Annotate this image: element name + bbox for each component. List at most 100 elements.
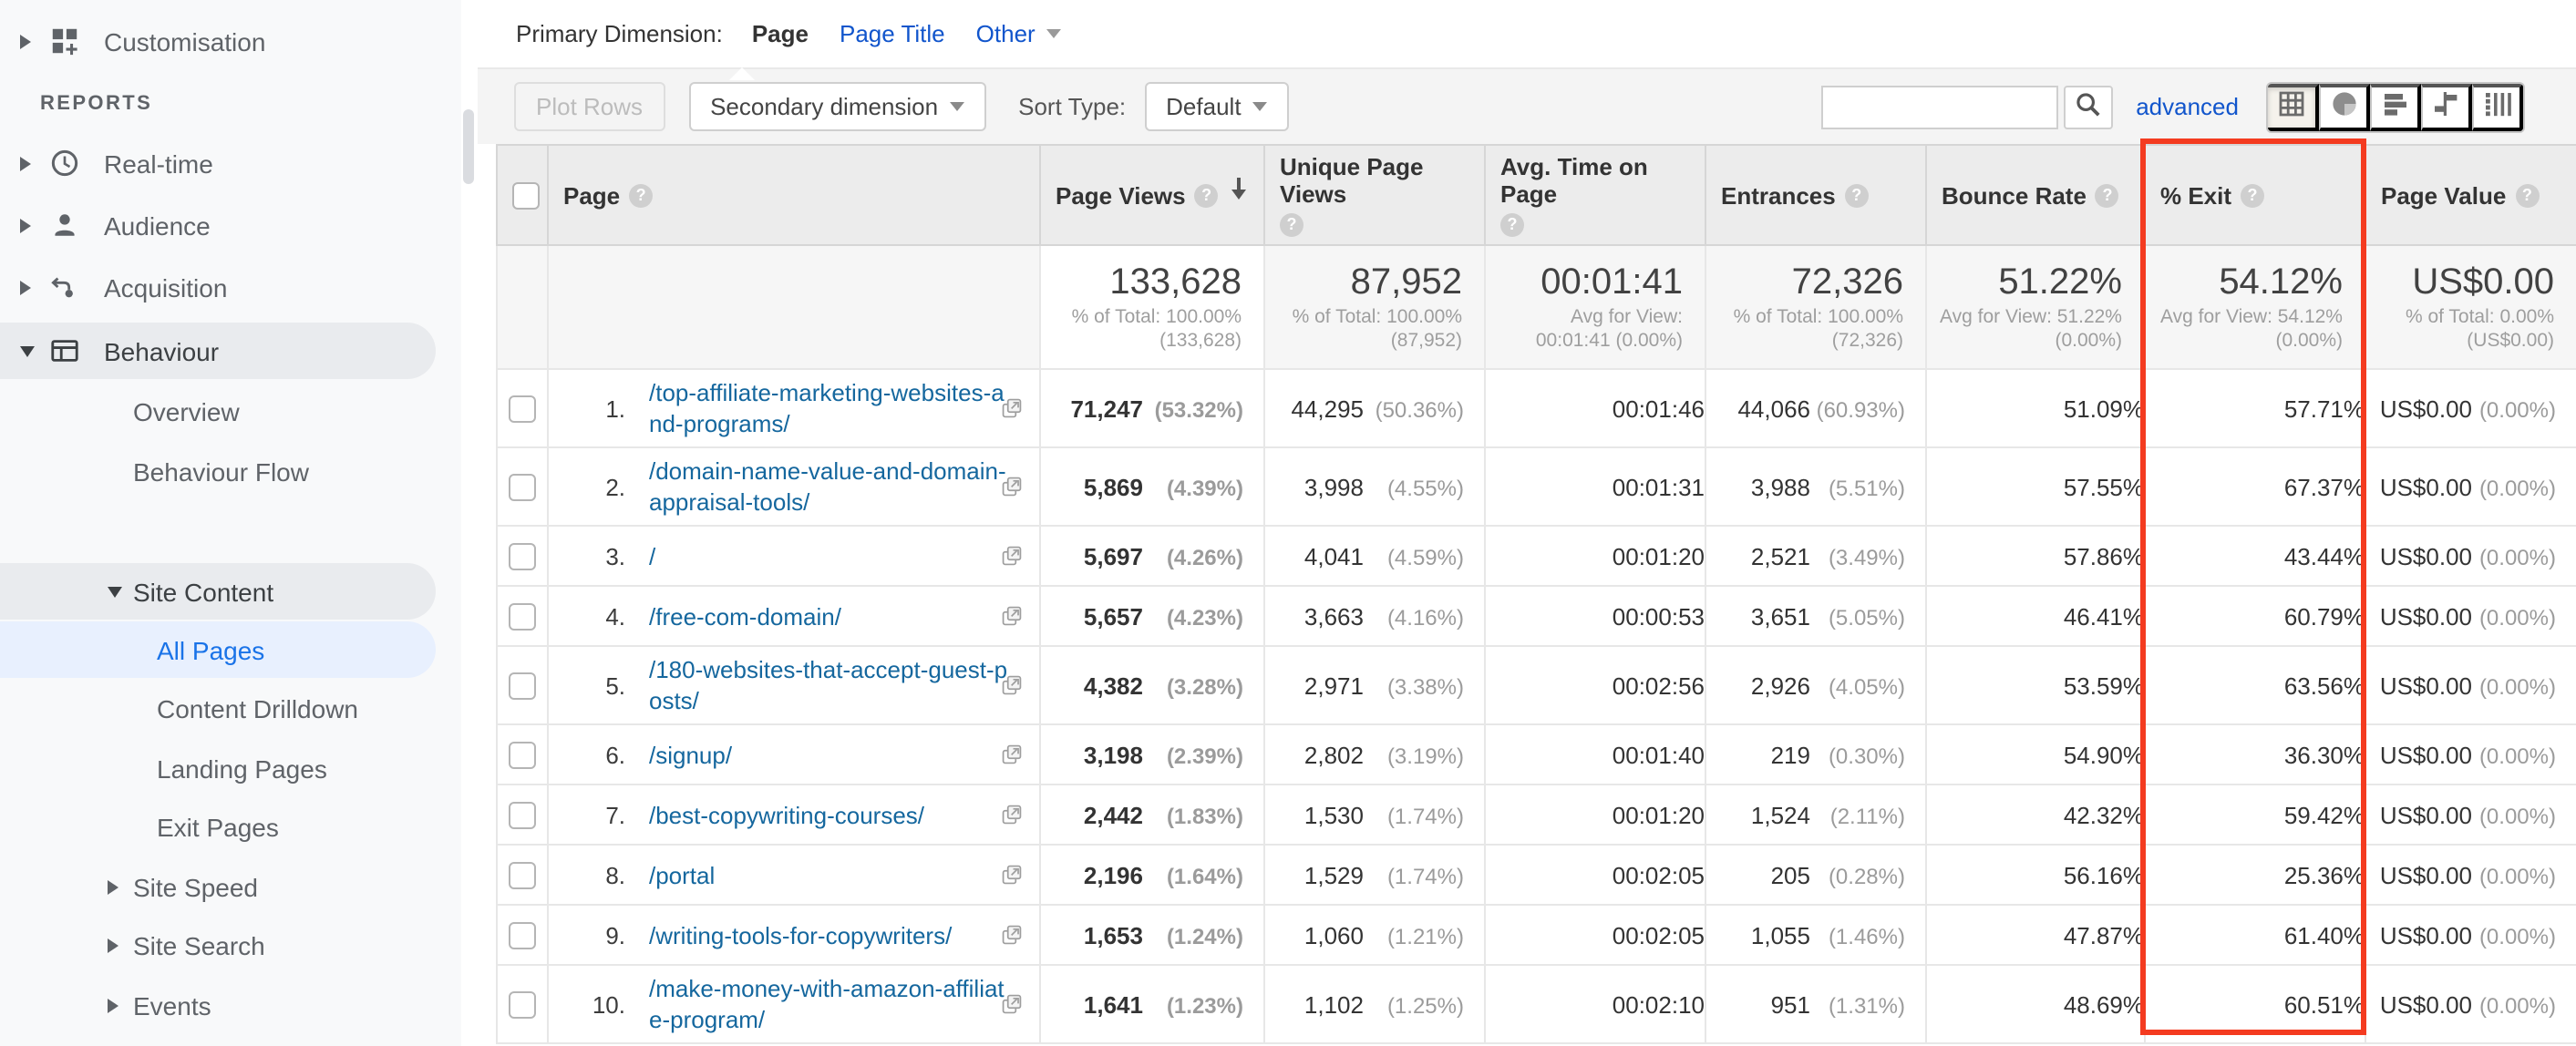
dimension-tab-page-title[interactable]: Page Title	[840, 20, 945, 47]
page-link[interactable]: /best-copywriting-courses/	[649, 792, 1017, 837]
table-view-button[interactable]	[2268, 83, 2319, 130]
row-checkbox[interactable]	[509, 801, 536, 828]
column-header-page-value[interactable]: Page Value?	[2365, 145, 2576, 245]
external-link-icon[interactable]	[1001, 674, 1023, 696]
sidebar-item-site-search[interactable]: Site Search	[0, 920, 461, 969]
row-checkbox[interactable]	[509, 672, 536, 699]
performance-view-button[interactable]	[2370, 83, 2421, 130]
avg-time-value: 00:00:53	[1485, 586, 1705, 646]
external-link-icon[interactable]	[1001, 476, 1023, 497]
sidebar-item-landing-pages[interactable]: Landing Pages	[0, 743, 461, 793]
primary-dimension-bar: Primary Dimension: Page Page Title Other	[478, 0, 2576, 67]
help-icon[interactable]: ?	[1280, 213, 1303, 237]
collapse-arrow-icon[interactable]	[108, 586, 122, 597]
column-header-page[interactable]: Page?	[548, 145, 1040, 245]
row-checkbox[interactable]	[509, 921, 536, 949]
row-checkbox[interactable]	[509, 542, 536, 569]
pivot-view-button[interactable]	[2472, 83, 2523, 130]
dimension-tab-page[interactable]: Page	[752, 20, 809, 47]
sort-type-dropdown[interactable]: Default	[1144, 82, 1288, 131]
dimension-tab-other[interactable]: Other	[976, 20, 1061, 47]
row-checkbox[interactable]	[509, 602, 536, 630]
secondary-dimension-button[interactable]: Secondary dimension	[688, 82, 985, 131]
row-checkbox[interactable]	[509, 861, 536, 888]
sidebar-item-audience[interactable]: Audience	[0, 200, 461, 250]
comparison-icon	[2431, 89, 2460, 124]
help-icon[interactable]: ?	[2515, 183, 2539, 207]
collapse-arrow-icon[interactable]	[20, 345, 35, 356]
column-header-unique-page-views[interactable]: Unique Page Views?	[1264, 145, 1485, 245]
row-checkbox[interactable]	[509, 395, 536, 422]
expand-arrow-icon[interactable]	[20, 34, 35, 48]
page-views-pct: (1.23%)	[1143, 992, 1243, 1018]
external-link-icon[interactable]	[1001, 545, 1023, 567]
page-link[interactable]: /domain-name-value-and-domain-appraisal-…	[649, 448, 1017, 525]
help-icon[interactable]: ?	[1195, 183, 1219, 207]
sidebar-scrollbar[interactable]	[461, 0, 478, 1046]
sidebar-item-behaviour[interactable]: Behaviour	[0, 323, 436, 379]
sidebar-item-acquisition[interactable]: Acquisition	[0, 262, 461, 312]
external-link-icon[interactable]	[1001, 864, 1023, 886]
column-header-entrances[interactable]: Entrances?	[1705, 145, 1926, 245]
expand-arrow-icon[interactable]	[20, 280, 35, 294]
external-link-icon[interactable]	[1001, 993, 1023, 1015]
percentage-view-button[interactable]	[2319, 83, 2370, 130]
page-link[interactable]: /make-money-with-amazon-affiliate-progra…	[649, 966, 1017, 1042]
sidebar-item-content-drilldown[interactable]: Content Drilldown	[0, 683, 461, 733]
person-icon	[47, 209, 80, 241]
comparison-view-button[interactable]	[2421, 83, 2472, 130]
page-link[interactable]: /signup/	[649, 732, 1017, 777]
page-views-pct: (4.26%)	[1143, 544, 1243, 569]
sidebar-item-overview[interactable]: Overview	[0, 386, 461, 436]
unique-views-pct: (4.16%)	[1364, 604, 1464, 630]
help-icon[interactable]: ?	[1845, 183, 1869, 207]
help-icon[interactable]: ?	[2096, 183, 2119, 207]
entrances-pct: (60.93%)	[1810, 396, 1905, 422]
row-checkbox[interactable]	[509, 741, 536, 768]
help-icon[interactable]: ?	[1500, 213, 1524, 237]
sidebar-item-site-content[interactable]: Site Content	[0, 563, 436, 620]
help-icon[interactable]: ?	[629, 183, 653, 207]
sidebar-item-site-speed[interactable]: Site Speed	[0, 862, 461, 911]
help-icon[interactable]: ?	[2241, 183, 2264, 207]
sidebar-item-customisation[interactable]: Customisation	[0, 16, 461, 66]
search-input[interactable]	[1820, 85, 2057, 128]
page-link[interactable]: /portal	[649, 852, 1017, 897]
expand-arrow-icon[interactable]	[20, 156, 35, 170]
external-link-icon[interactable]	[1001, 924, 1023, 946]
page-link[interactable]: /writing-tools-for-copywriters/	[649, 912, 1017, 958]
select-all-checkbox[interactable]	[512, 181, 540, 209]
external-link-icon[interactable]	[1001, 605, 1023, 627]
advanced-search-link[interactable]: advanced	[2136, 93, 2239, 120]
expand-arrow-icon[interactable]	[20, 218, 35, 232]
column-header-percent-exit[interactable]: % Exit?	[2145, 145, 2365, 245]
page-value-pct: (0.00%)	[2472, 743, 2556, 768]
column-header-avg-time[interactable]: Avg. Time on Page?	[1485, 145, 1705, 245]
expand-arrow-icon[interactable]	[108, 879, 122, 894]
sidebar-item-behaviour-flow[interactable]: Behaviour Flow	[0, 446, 461, 496]
expand-arrow-icon[interactable]	[108, 998, 122, 1012]
external-link-icon[interactable]	[1001, 743, 1023, 765]
page-link[interactable]: /free-com-domain/	[649, 593, 1017, 639]
page-link[interactable]: /180-websites-that-accept-guest-posts/	[649, 647, 1017, 723]
sidebar-item-events[interactable]: Events	[0, 980, 461, 1030]
page-link[interactable]: /top-affiliate-marketing-websites-and-pr…	[649, 370, 1017, 446]
unique-views-value: 1,530	[1304, 801, 1364, 828]
sidebar-item-realtime[interactable]: Real-time	[0, 138, 461, 188]
plot-rows-button[interactable]: Plot Rows	[514, 82, 665, 131]
scrollbar-thumb[interactable]	[463, 109, 474, 184]
column-header-bounce-rate[interactable]: Bounce Rate?	[1926, 145, 2145, 245]
search-button[interactable]	[2063, 85, 2112, 128]
column-header-page-views[interactable]: Page Views?	[1040, 145, 1264, 245]
expand-arrow-icon[interactable]	[108, 938, 122, 952]
avg-time-value: 00:01:46	[1485, 369, 1705, 447]
row-checkbox[interactable]	[509, 473, 536, 500]
external-link-icon[interactable]	[1001, 804, 1023, 826]
external-link-icon[interactable]	[1001, 397, 1023, 419]
sidebar-item-exit-pages[interactable]: Exit Pages	[0, 802, 461, 851]
row-checkbox[interactable]	[509, 990, 536, 1018]
unique-views-pct: (1.74%)	[1364, 803, 1464, 828]
page-link[interactable]: /	[649, 533, 1017, 579]
sidebar-item-all-pages[interactable]: All Pages	[0, 621, 436, 678]
sort-desc-icon[interactable]	[1227, 175, 1251, 208]
